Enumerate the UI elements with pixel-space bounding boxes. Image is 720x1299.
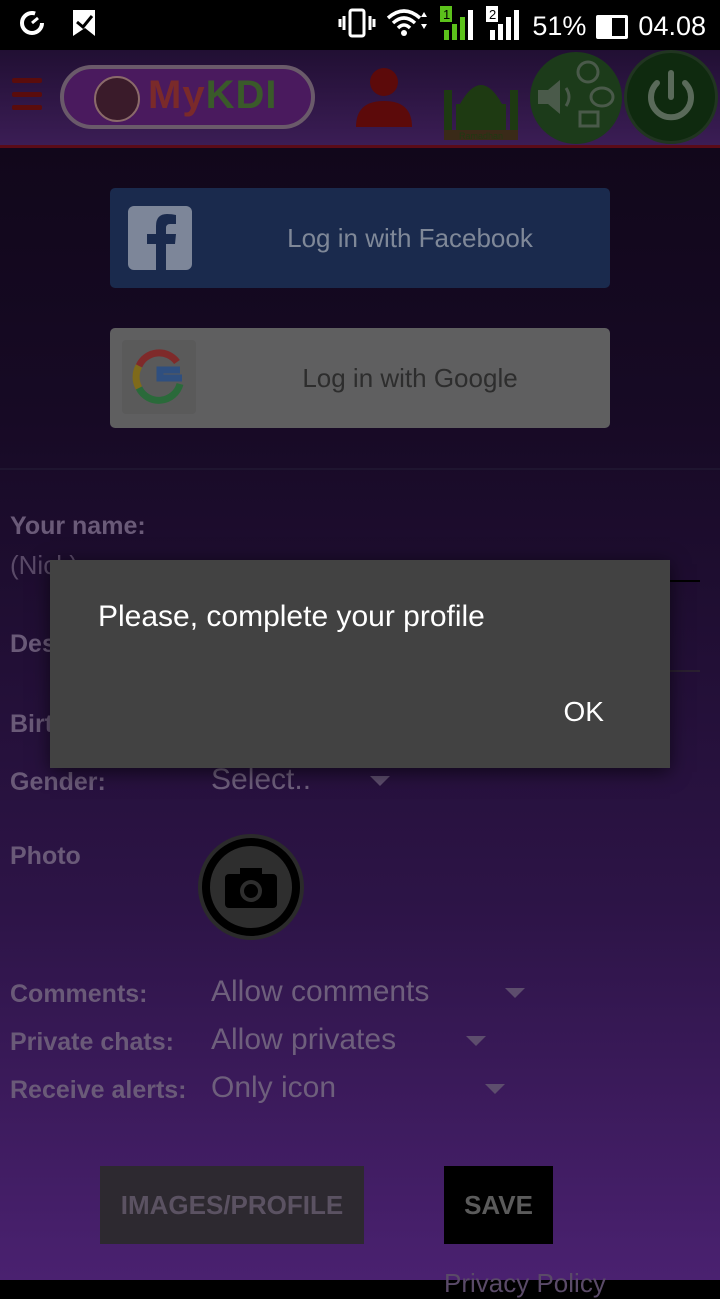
private-chats-select[interactable]: Allow privates — [211, 1023, 396, 1057]
description-label: Des — [10, 630, 56, 658]
camera-icon — [210, 846, 292, 928]
google-login-label: Log in with Google — [302, 362, 518, 393]
power-icon[interactable] — [624, 50, 718, 144]
privacy-policy-link[interactable]: Privacy Policy — [444, 1268, 606, 1299]
chat-sound-icon[interactable] — [530, 52, 622, 144]
kdi-badge-icon — [94, 76, 140, 122]
clock: 04.08 — [638, 11, 706, 41]
google-login-button[interactable]: Log in with Google — [110, 328, 610, 428]
gender-label: Gender: — [10, 768, 106, 796]
receive-alerts-label: Receive alerts: — [10, 1076, 187, 1104]
svg-text:1: 1 — [443, 7, 450, 22]
user-icon[interactable] — [352, 65, 416, 129]
section-divider — [0, 468, 720, 470]
chevron-down-icon — [505, 988, 525, 998]
menu-icon[interactable] — [12, 78, 42, 110]
save-button[interactable]: SAVE — [444, 1166, 553, 1244]
chevron-down-icon — [370, 776, 390, 786]
logo-text: MyKDI — [148, 73, 278, 117]
facebook-login-label: Log in with Facebook — [287, 222, 533, 253]
photo-label: Photo — [10, 842, 81, 870]
svg-text:Ramadhan: Ramadhan — [459, 131, 503, 141]
birth-label: Birt — [10, 710, 54, 738]
facebook-login-button[interactable]: Log in with Facebook — [110, 188, 610, 288]
dialog-message: Please, complete your profile — [98, 600, 485, 633]
ok-button[interactable]: OK — [564, 696, 604, 728]
check-flag-icon — [70, 8, 98, 43]
photo-button[interactable] — [198, 834, 304, 940]
battery-icon — [596, 14, 629, 39]
mosque-icon[interactable]: Ramadhan — [440, 60, 522, 142]
name-label: Your name: — [10, 512, 146, 540]
battery-percent: 51% — [532, 11, 587, 41]
data-saver-icon — [18, 8, 48, 43]
gender-select[interactable]: Select.. — [211, 763, 311, 797]
vibrate-icon — [338, 8, 376, 45]
wifi-icon — [386, 8, 430, 45]
images-profile-button[interactable]: IMAGES/PROFILE — [100, 1166, 364, 1244]
chevron-down-icon — [466, 1036, 486, 1046]
chevron-down-icon — [485, 1084, 505, 1094]
app-logo[interactable]: MyKDI — [60, 65, 315, 129]
private-chats-label: Private chats: — [10, 1028, 174, 1056]
app-header: MyKDI Ramadhan — [0, 50, 720, 148]
comments-label: Comments: — [10, 980, 148, 1008]
comments-select[interactable]: Allow comments — [211, 975, 429, 1009]
receive-alerts-select[interactable]: Only icon — [211, 1071, 336, 1105]
complete-profile-dialog: Please, complete your profile OK — [50, 560, 670, 768]
svg-text:2: 2 — [489, 7, 496, 22]
signal-icon-sim2: 2 — [486, 6, 522, 47]
signal-icon-sim1: 1 — [440, 6, 476, 47]
status-bar: 1 2 51% 04.08 — [0, 0, 720, 50]
